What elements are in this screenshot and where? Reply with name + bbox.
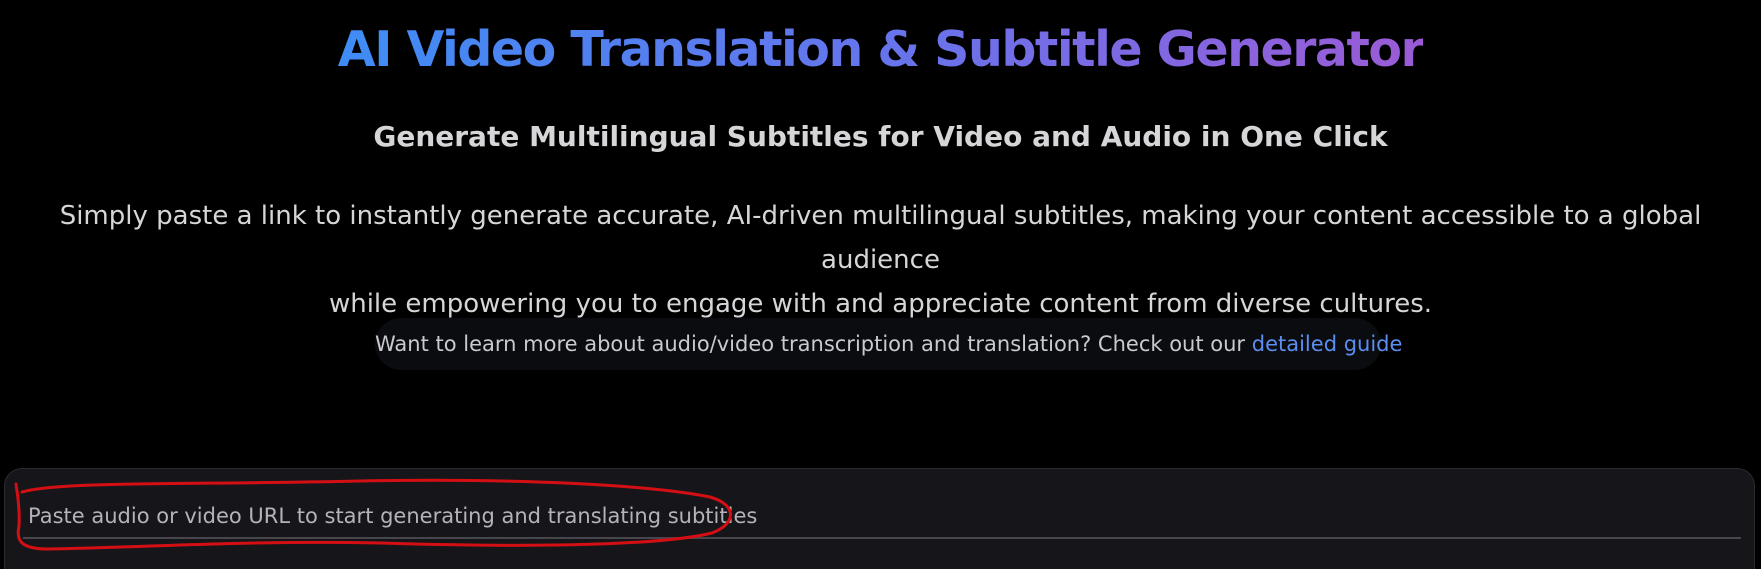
page-title: AI Video Translation & Subtitle Generato…	[0, 18, 1761, 82]
page-title-text: AI Video Translation & Subtitle Generato…	[337, 21, 1425, 78]
description-line-2: while empowering you to engage with and …	[328, 289, 1433, 319]
url-input-panel	[4, 468, 1755, 569]
page-subtitle: Generate Multilingual Subtitles for Vide…	[373, 120, 1388, 153]
guide-banner: Want to learn more about audio/video tra…	[375, 318, 1402, 370]
guide-banner-text: Want to learn more about audio/video tra…	[375, 332, 1252, 356]
description-line-1: Simply paste a link to instantly generat…	[59, 201, 1702, 275]
page-description: Simply paste a link to instantly generat…	[0, 194, 1761, 326]
page: AI Video Translation & Subtitle Generato…	[0, 0, 1761, 569]
detailed-guide-link[interactable]: detailed guide	[1252, 332, 1403, 356]
url-input[interactable]	[23, 495, 1741, 539]
